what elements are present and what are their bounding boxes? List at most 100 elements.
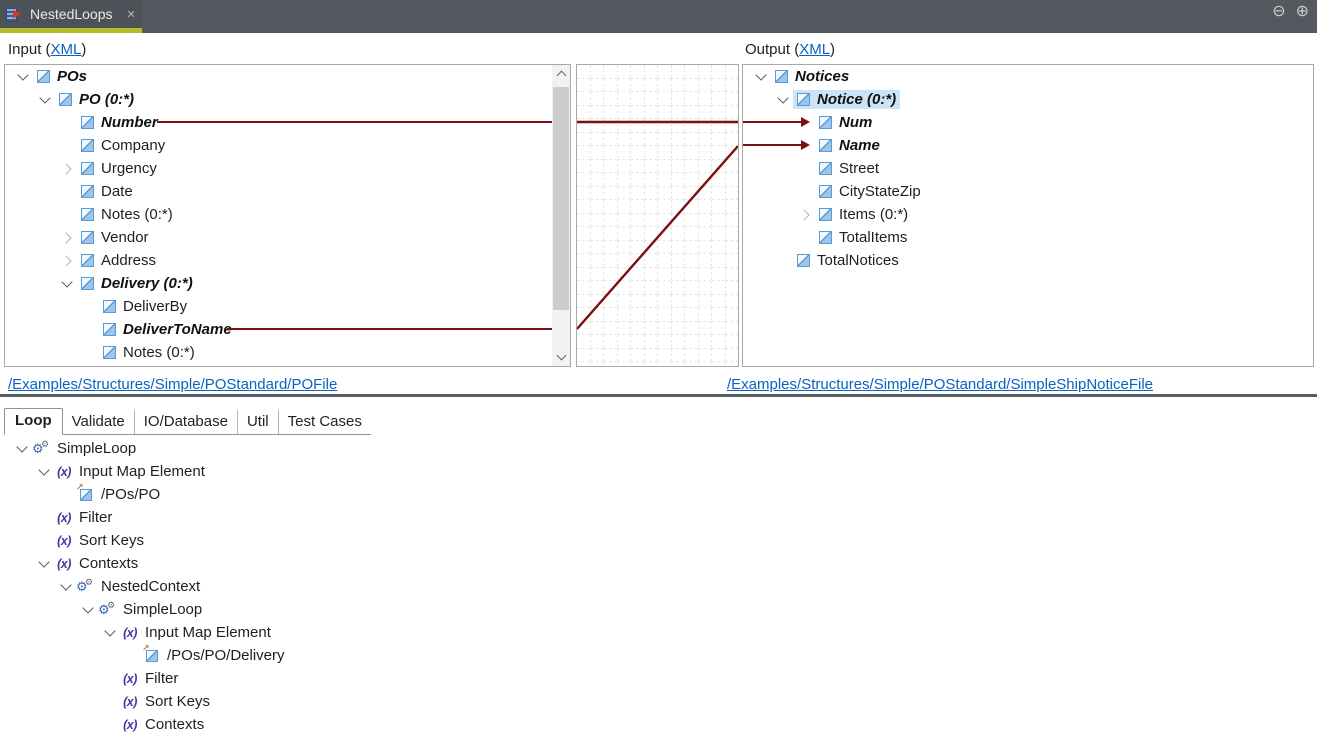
- output-node-totalitems[interactable]: TotalItems: [743, 226, 1313, 249]
- function-icon: (x): [120, 695, 140, 709]
- loop-node-simpleloop[interactable]: ⚙⚙ SimpleLoop: [0, 437, 1317, 460]
- title-bar: ▶ NestedLoops ✕ ⊖ ⊕: [0, 0, 1317, 33]
- loop-node-sort-keys[interactable]: (x) Sort Keys: [0, 529, 1317, 552]
- loop-node-contexts[interactable]: (x) Contexts: [0, 552, 1317, 575]
- chevron-down-icon[interactable]: [34, 562, 54, 566]
- function-icon: (x): [120, 672, 140, 686]
- chevron-right-icon[interactable]: [57, 165, 77, 173]
- loop-node-filter2[interactable]: (x) Filter: [0, 667, 1317, 690]
- output-node-num[interactable]: Num: [743, 111, 1313, 134]
- input-panel-header: Input (XML): [8, 41, 86, 58]
- output-node-street[interactable]: Street: [743, 157, 1313, 180]
- selected-row-highlight: Notice (0:*): [793, 90, 900, 109]
- input-node-date[interactable]: Date: [5, 180, 570, 203]
- chevron-down-icon[interactable]: [751, 75, 771, 79]
- input-file-link[interactable]: /Examples/Structures/Simple/POStandard/P…: [8, 376, 337, 393]
- element-icon: [103, 346, 116, 359]
- chevron-down-icon[interactable]: [78, 608, 98, 612]
- element-icon: [81, 208, 94, 221]
- scroll-up-icon[interactable]: [552, 65, 570, 83]
- bottom-tab-strip: Loop Validate IO/Database Util Test Case…: [4, 408, 371, 435]
- element-icon: [819, 162, 832, 175]
- chevron-down-icon[interactable]: [12, 447, 32, 451]
- horizontal-splitter[interactable]: [0, 394, 1317, 397]
- close-tab-icon[interactable]: ✕: [127, 8, 136, 21]
- output-panel-header: Output (XML): [745, 41, 835, 58]
- input-node-deliverby[interactable]: DeliverBy: [5, 295, 570, 318]
- element-icon: [103, 300, 116, 313]
- chevron-down-icon[interactable]: [100, 631, 120, 635]
- input-tree-scrollbar[interactable]: [552, 65, 570, 366]
- loop-node-nestedcontext[interactable]: ⚙⚙ NestedContext: [0, 575, 1317, 598]
- tab-test-cases[interactable]: Test Cases: [279, 410, 371, 434]
- loop-node-filter[interactable]: (x) Filter: [0, 506, 1317, 529]
- input-node-delivery[interactable]: Delivery (0:*): [5, 272, 570, 295]
- function-icon: (x): [54, 534, 74, 548]
- mapping-grid: [577, 65, 738, 366]
- tab-loop[interactable]: Loop: [4, 408, 63, 435]
- input-node-vendor[interactable]: Vendor: [5, 226, 570, 249]
- gears-icon: ⚙⚙: [76, 579, 96, 595]
- output-node-name[interactable]: Name: [743, 134, 1313, 157]
- tab-io-database[interactable]: IO/Database: [135, 410, 238, 434]
- chevron-down-icon[interactable]: [35, 98, 55, 102]
- mapping-editor-window: ▶ NestedLoops ✕ ⊖ ⊕ Input (XML) Output (…: [0, 0, 1317, 738]
- chevron-down-icon[interactable]: [773, 98, 793, 102]
- mapping-arrow-num: [743, 121, 801, 123]
- chevron-down-icon[interactable]: [56, 585, 76, 589]
- loop-node-sort-keys2[interactable]: (x) Sort Keys: [0, 690, 1317, 713]
- output-node-totalnotices[interactable]: TotalNotices: [743, 249, 1313, 272]
- chevron-down-icon[interactable]: [13, 75, 33, 79]
- loop-node-input-map-element2[interactable]: (x) Input Map Element: [0, 621, 1317, 644]
- input-tree: POs PO (0:*) Number Company Urgency Date: [5, 65, 570, 364]
- element-icon: [81, 231, 94, 244]
- output-node-notice[interactable]: Notice (0:*): [743, 88, 1313, 111]
- chevron-right-icon[interactable]: [57, 257, 77, 265]
- map-element-icon: ↗: [76, 489, 96, 501]
- loop-config-tree: ⚙⚙ SimpleLoop (x) Input Map Element ↗ /P…: [0, 437, 1317, 736]
- loop-node-pos-po-delivery[interactable]: ↗ /POs/PO/Delivery: [0, 644, 1317, 667]
- input-node-notes2[interactable]: Notes (0:*): [5, 341, 570, 364]
- input-node-po[interactable]: PO (0:*): [5, 88, 570, 111]
- chevron-right-icon[interactable]: [57, 234, 77, 242]
- element-icon: [103, 323, 116, 336]
- input-node-address[interactable]: Address: [5, 249, 570, 272]
- scrollbar-thumb[interactable]: [553, 87, 569, 310]
- output-node-notices[interactable]: Notices: [743, 65, 1313, 88]
- input-xml-link[interactable]: XML: [51, 41, 82, 58]
- mapping-arrow-name: [743, 144, 801, 146]
- input-node-urgency[interactable]: Urgency: [5, 157, 570, 180]
- element-icon: [81, 185, 94, 198]
- scroll-down-icon[interactable]: [552, 348, 570, 366]
- element-icon: [819, 139, 832, 152]
- loop-node-simpleloop2[interactable]: ⚙⚙ SimpleLoop: [0, 598, 1317, 621]
- input-node-company[interactable]: Company: [5, 134, 570, 157]
- output-node-items[interactable]: Items (0:*): [743, 203, 1313, 226]
- chevron-right-icon[interactable]: [795, 211, 815, 219]
- input-node-pos[interactable]: POs: [5, 65, 570, 88]
- element-icon: [81, 116, 94, 129]
- element-icon: [59, 93, 72, 106]
- element-icon: [819, 231, 832, 244]
- output-file-link[interactable]: /Examples/Structures/Simple/POStandard/S…: [727, 376, 1153, 393]
- chevron-down-icon[interactable]: [34, 470, 54, 474]
- chevron-down-icon[interactable]: [57, 282, 77, 286]
- loop-node-pos-po[interactable]: ↗ /POs/PO: [0, 483, 1317, 506]
- tab-util[interactable]: Util: [238, 410, 279, 434]
- tab-validate[interactable]: Validate: [63, 410, 135, 434]
- collapse-icon[interactable]: ⊖: [1272, 3, 1285, 21]
- document-tab-nestedloops[interactable]: ▶ NestedLoops ✕: [0, 0, 142, 33]
- output-node-citystatezip[interactable]: CityStateZip: [743, 180, 1313, 203]
- loop-node-input-map-element[interactable]: (x) Input Map Element: [0, 460, 1317, 483]
- loop-node-contexts2[interactable]: (x) Contexts: [0, 713, 1317, 736]
- input-node-notes[interactable]: Notes (0:*): [5, 203, 570, 226]
- gears-icon: ⚙⚙: [98, 602, 118, 618]
- element-icon: [797, 254, 810, 267]
- output-tree-panel: Notices Notice (0:*) Num Name Street Cit…: [742, 64, 1314, 367]
- map-element-icon: ↗: [142, 650, 162, 662]
- function-icon: (x): [54, 511, 74, 525]
- function-icon: (x): [54, 557, 74, 571]
- output-xml-link[interactable]: XML: [799, 41, 830, 58]
- mapping-canvas: [576, 64, 739, 367]
- expand-icon[interactable]: ⊕: [1296, 3, 1309, 21]
